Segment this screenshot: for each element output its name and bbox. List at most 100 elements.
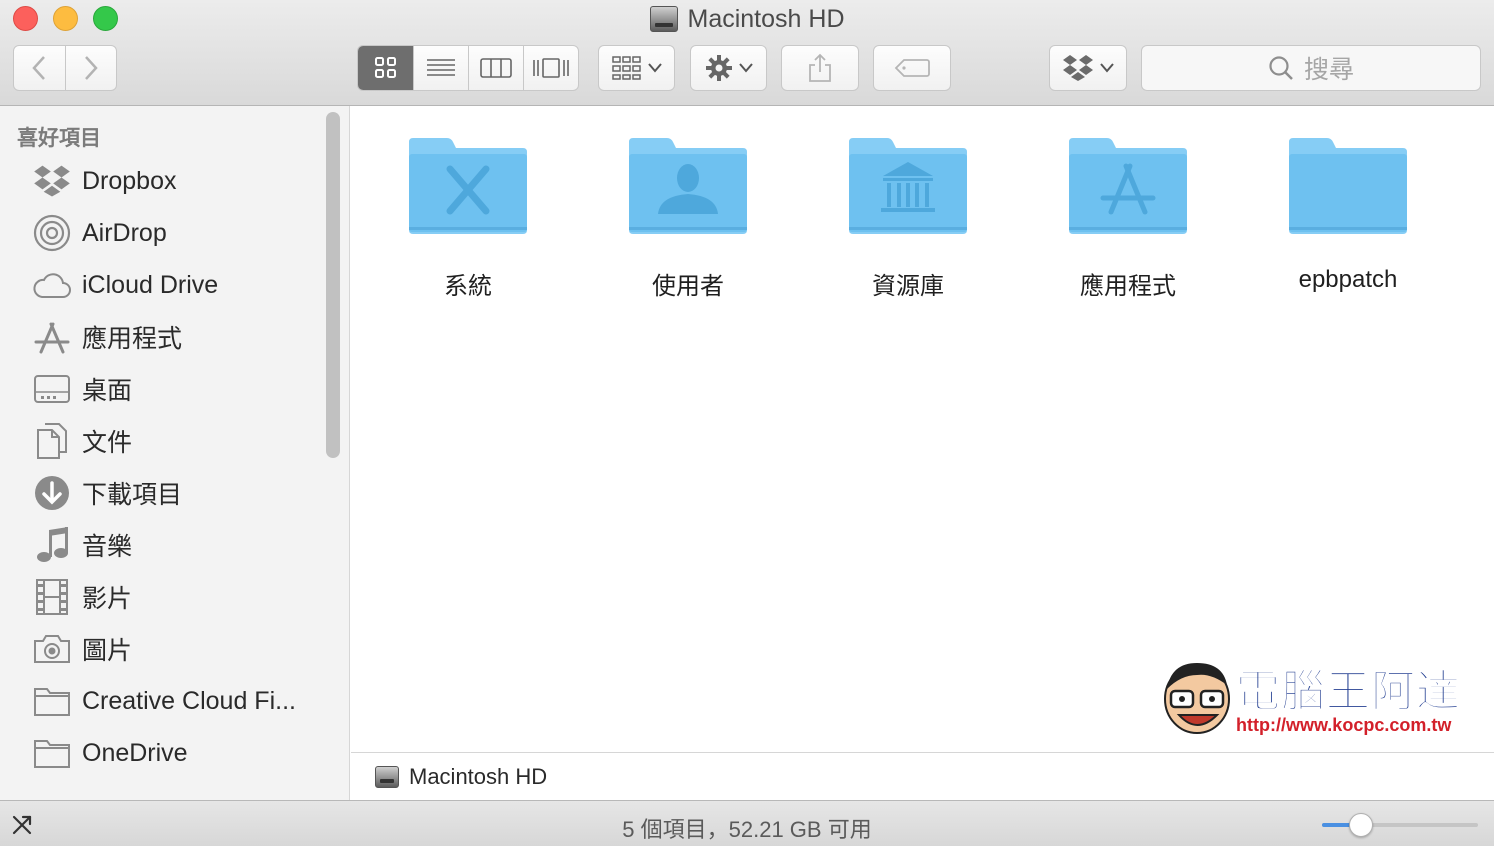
chevron-left-icon — [32, 56, 46, 80]
sidebar-item-dropbox[interactable]: Dropbox — [0, 156, 320, 206]
list-view-button[interactable] — [413, 46, 468, 90]
sidebar-item-label: 下載項目 — [82, 481, 183, 509]
chevron-down-icon — [647, 63, 662, 73]
dropbox-toolbar-button[interactable] — [1049, 45, 1127, 91]
sidebar-item-label: 影片 — [82, 585, 133, 613]
window-title: Macintosh HD — [0, 4, 1494, 34]
folder-name: 資源庫 — [872, 273, 944, 300]
library-building-folder-icon — [849, 138, 967, 234]
airdrop-icon — [32, 213, 72, 253]
file-browser-content: 系統 使用者 資源庫 應用程式 epbpatch 電腦王阿達 http://ww… — [351, 106, 1494, 752]
chevron-right-icon — [84, 56, 98, 80]
folder-icon — [32, 681, 72, 721]
sidebar-item-airdrop[interactable]: AirDrop — [0, 208, 320, 258]
watermark-brand: 電腦王阿達 — [1236, 667, 1461, 717]
sidebar-item-documents[interactable]: 文件 — [0, 416, 320, 466]
chevron-down-icon — [1100, 63, 1114, 73]
sidebar-item-music[interactable]: 音樂 — [0, 520, 320, 570]
view-mode-group — [357, 45, 579, 91]
sidebar-item-onedrive[interactable]: OneDrive — [0, 728, 320, 778]
sidebar-item-creative-cloud[interactable]: Creative Cloud Fi... — [0, 676, 320, 726]
icon-size-slider-knob[interactable] — [1349, 813, 1373, 837]
sidebar-item-label: AirDrop — [82, 218, 167, 247]
hard-drive-icon — [649, 6, 678, 32]
path-bar: Macintosh HD — [351, 752, 1494, 800]
sidebar-item-applications[interactable]: 應用程式 — [0, 312, 320, 362]
search-field[interactable]: 搜尋 — [1141, 45, 1481, 91]
folder-name: epbpatch — [1298, 266, 1398, 293]
arrange-button[interactable] — [598, 45, 675, 91]
sidebar-item-movies[interactable]: 影片 — [0, 572, 320, 622]
folder-name: 應用程式 — [1080, 273, 1176, 300]
music-icon — [32, 525, 72, 565]
download-icon — [32, 473, 72, 513]
folder-item-system[interactable]: 系統 — [368, 136, 568, 306]
tag-icon — [894, 59, 930, 77]
hard-drive-icon — [375, 765, 399, 788]
desktop-icon — [32, 369, 72, 409]
sidebar-item-label: 圖片 — [82, 637, 133, 665]
mascot-face-icon — [1164, 663, 1230, 734]
search-placeholder: 搜尋 — [1303, 56, 1354, 84]
film-icon — [32, 577, 72, 617]
status-text: 5 個項目，52.21 GB 可用 — [622, 817, 872, 842]
dropbox-icon — [32, 161, 72, 201]
cover-flow-view-button[interactable] — [523, 46, 578, 90]
sidebar-item-pictures[interactable]: 圖片 — [0, 624, 320, 674]
sidebar-item-label: Dropbox — [82, 166, 177, 195]
sidebar-item-label: 應用程式 — [82, 325, 183, 353]
icon-view-icon — [374, 57, 396, 78]
system-folder-icon — [409, 138, 527, 234]
list-view-icon — [427, 59, 455, 76]
documents-icon — [32, 421, 72, 461]
column-view-icon — [480, 58, 512, 78]
share-button[interactable] — [781, 45, 859, 91]
back-forward-group — [13, 45, 117, 91]
camera-icon — [32, 629, 72, 669]
status-bar: 5 個項目，52.21 GB 可用 — [0, 800, 1494, 846]
search-icon — [1269, 56, 1293, 80]
window-title-text: Macintosh HD — [687, 4, 845, 33]
arrange-grid-icon — [611, 56, 641, 80]
sidebar-item-label: iCloud Drive — [82, 270, 219, 299]
sidebar-item-label: 文件 — [82, 429, 133, 457]
folder-name: 使用者 — [652, 273, 724, 300]
folder-icon — [32, 733, 72, 773]
folder-item-epbpatch[interactable]: epbpatch — [1248, 136, 1448, 306]
sidebar-item-desktop[interactable]: 桌面 — [0, 364, 320, 414]
app-store-a-folder-icon — [1069, 138, 1187, 234]
cloud-icon — [32, 265, 72, 305]
sidebar-item-icloud-drive[interactable]: iCloud Drive — [0, 260, 320, 310]
sidebar-item-label: 桌面 — [82, 377, 133, 405]
chevron-down-icon — [738, 63, 753, 73]
column-view-button[interactable] — [468, 46, 523, 90]
path-bar-location[interactable]: Macintosh HD — [409, 764, 547, 790]
applications-icon — [32, 317, 72, 357]
folder-name: 系統 — [444, 273, 492, 300]
sidebar-item-label: OneDrive — [82, 738, 188, 767]
share-icon — [809, 53, 831, 82]
gear-icon — [705, 55, 732, 81]
icon-view-button[interactable] — [358, 46, 413, 90]
plain-folder-icon — [1289, 138, 1407, 234]
folder-item-users[interactable]: 使用者 — [588, 136, 788, 306]
action-button[interactable] — [690, 45, 767, 91]
dropbox-icon — [1063, 55, 1093, 81]
icon-size-slider[interactable] — [1322, 823, 1478, 827]
forward-button[interactable] — [64, 46, 117, 90]
toolbar: Macintosh HD 搜尋 — [0, 0, 1494, 106]
sidebar-scrollbar[interactable] — [326, 112, 340, 458]
back-button[interactable] — [14, 46, 65, 90]
sidebar: 喜好項目 Dropbox AirDrop iCloud Drive 應用程式 桌… — [0, 106, 350, 800]
watermark-logo: 電腦王阿達 http://www.kocpc.com.tw — [1161, 651, 1461, 741]
cover-flow-view-icon — [533, 58, 569, 78]
sidebar-item-label: 音樂 — [82, 533, 133, 561]
tag-button[interactable] — [873, 45, 951, 91]
sidebar-item-downloads[interactable]: 下載項目 — [0, 468, 320, 518]
sidebar-item-label: Creative Cloud Fi... — [82, 686, 296, 715]
user-silhouette-folder-icon — [629, 138, 747, 234]
sidebar-heading: 喜好項目 — [17, 127, 101, 150]
watermark-url: http://www.kocpc.com.tw — [1236, 715, 1452, 735]
folder-item-library[interactable]: 資源庫 — [808, 136, 1008, 306]
folder-item-applications[interactable]: 應用程式 — [1028, 136, 1228, 306]
